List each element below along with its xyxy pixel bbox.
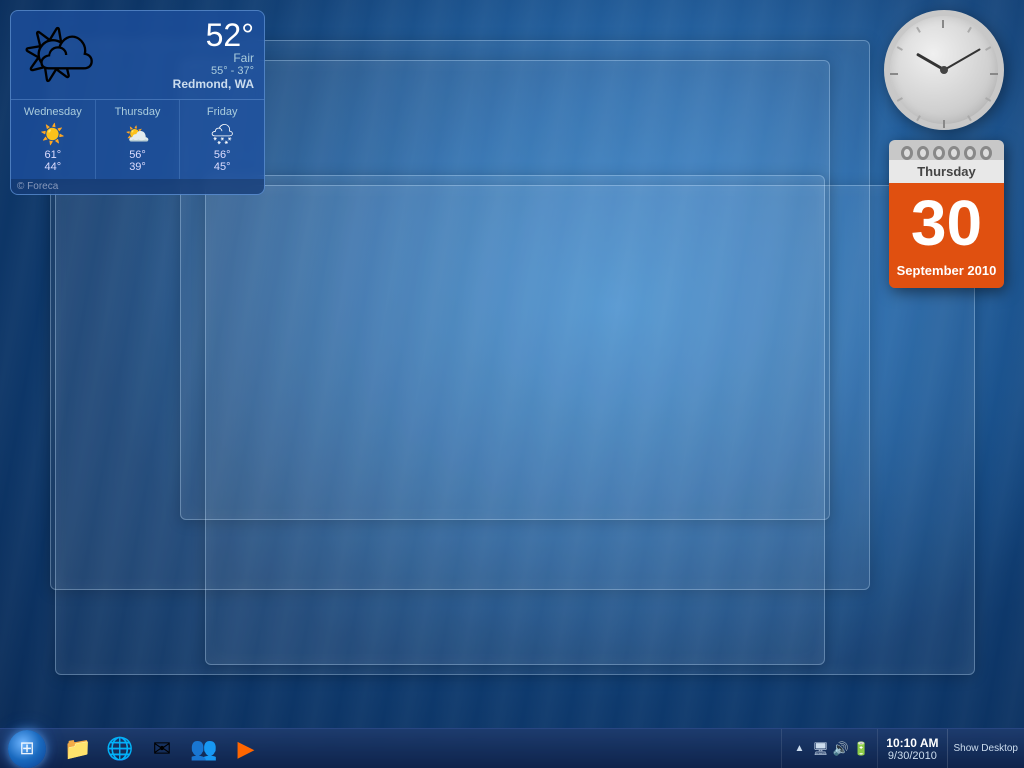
calendar-widget[interactable]: Thursday 30 September 2010 [889,140,1004,288]
taskbar-icon-mediaplayer[interactable]: ▶ [226,731,266,767]
forecast-day-1-icon: ☀️ [15,122,91,147]
system-tray: ▲ 🖥 🔊 🔋 10:10 AM 9/30/2010 Show Desktop [781,729,1024,768]
taskbar-icon-explorer[interactable]: 📁 [58,731,98,767]
forecast-day-3: Friday 🌨 56°45° [180,100,264,179]
weather-credit: © Foreca [11,179,264,194]
clock-widget[interactable] [884,10,1004,130]
tray-icons: ▲ 🖥 🔊 🔋 [781,729,877,768]
clock-time: 10:10 AM [886,736,938,750]
forecast-day-3-temps: 56°45° [184,149,260,173]
taskbar-icons: 📁 🌐 ✉ 👥 ▶ [54,729,270,768]
clock-face [890,16,998,124]
clock-center [940,66,948,74]
tray-network-icon[interactable]: 🖥 [812,741,829,757]
taskbar-icon-contacts[interactable]: 👥 [184,731,224,767]
tray-expand-arrow[interactable]: ▲ [790,743,808,754]
calendar-month-year: September 2010 [889,259,1004,288]
forecast-day-1-temps: 61°44° [15,149,91,173]
calendar-day-name: Thursday [889,160,1004,183]
clock-area[interactable]: 10:10 AM 9/30/2010 [877,729,946,768]
taskbar-icon-ie[interactable]: 🌐 [100,731,140,767]
desktop: 🌤 52° Fair 55° - 37° Redmond, WA Wednesd… [0,0,1024,768]
tray-battery-icon[interactable]: 🔋 [853,741,869,757]
start-button[interactable] [0,729,54,768]
forecast-day-1-name: Wednesday [15,106,91,118]
weather-info: 52° Fair 55° - 37° Redmond, WA [105,19,254,91]
weather-forecast: Wednesday ☀️ 61°44° Thursday ⛅ 56°39° Fr… [11,99,264,179]
clock-date: 9/30/2010 [888,750,937,762]
weather-location: Redmond, WA [105,77,254,91]
analog-clock [884,10,1004,130]
start-orb [8,730,46,768]
forecast-day-2-icon: ⛅ [100,122,176,147]
weather-temperature: 52° [105,19,254,51]
tray-volume-icon[interactable]: 🔊 [833,741,849,757]
calendar-day-number: 30 [889,183,1004,259]
forecast-day-1: Wednesday ☀️ 61°44° [11,100,96,179]
clock-minute-hand [944,48,981,71]
taskbar-icon-mail[interactable]: ✉ [142,731,182,767]
glass-panel-3 [205,175,825,665]
forecast-day-2-name: Thursday [100,106,176,118]
forecast-day-3-name: Friday [184,106,260,118]
forecast-day-2-temps: 56°39° [100,149,176,173]
taskbar: 📁 🌐 ✉ 👥 ▶ ▲ 🖥 🔊 🔋 10:1 [0,728,1024,768]
forecast-day-3-icon: 🌨 [184,122,260,147]
weather-condition: Fair [105,51,254,65]
weather-sun-icon: 🌤 [21,25,97,85]
weather-widget[interactable]: 🌤 52° Fair 55° - 37° Redmond, WA Wednesd… [10,10,265,195]
forecast-day-2: Thursday ⛅ 56°39° [96,100,181,179]
weather-range: 55° - 37° [105,65,254,77]
show-desktop-button[interactable]: Show Desktop [947,729,1024,768]
